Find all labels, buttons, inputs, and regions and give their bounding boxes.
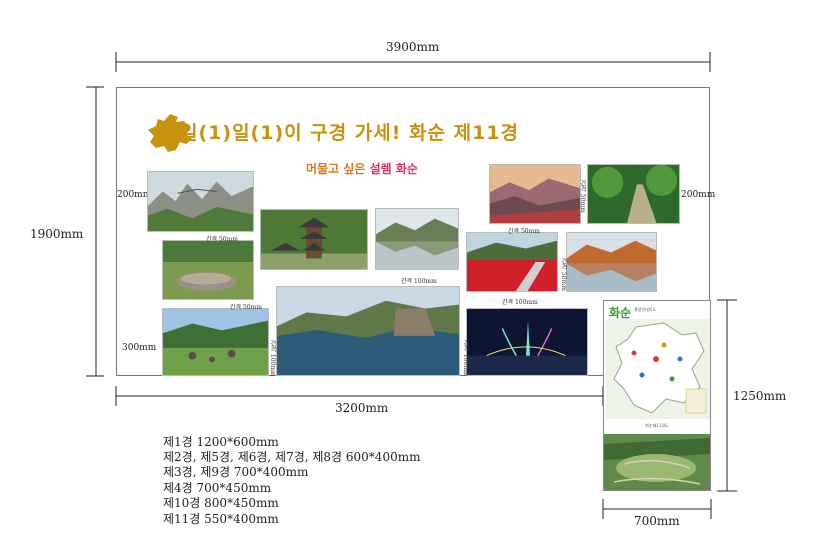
photo-scene-5 bbox=[375, 208, 459, 270]
photo-scene-10 bbox=[587, 164, 680, 224]
gap-label-4: 간격 100mm bbox=[502, 299, 538, 306]
spec-line-5: 제10경 800*450mm bbox=[163, 496, 279, 510]
right-offset-label: 200mm bbox=[681, 190, 716, 200]
gap-label-9: 간격 100mm bbox=[462, 340, 469, 377]
photo-scene-4 bbox=[260, 209, 368, 270]
gap-label-6: 간격 50mm bbox=[579, 180, 586, 213]
region-map-illustration bbox=[606, 319, 710, 419]
gap-label-8: 간격 100mm bbox=[269, 340, 276, 377]
map-width-label: 700mm bbox=[634, 514, 680, 528]
spec-line-3: 제3경, 제9경 700*400mm bbox=[163, 465, 309, 479]
gap-label-7: 간격 50mm bbox=[560, 258, 567, 291]
bottom-left-offset-label: 300mm bbox=[122, 343, 157, 353]
photo-scene-7 bbox=[466, 232, 558, 292]
tourist-map-card: 화순 관광안내지도 화순제11경도 bbox=[603, 300, 711, 491]
photo-scene-8 bbox=[466, 308, 588, 376]
photo-scene-1 bbox=[147, 171, 254, 232]
photo-scene-6 bbox=[276, 286, 460, 376]
spec-line-6: 제11경 550*400mm bbox=[163, 512, 279, 526]
left-height-label: 1900mm bbox=[30, 227, 84, 241]
right-height-label: 1250mm bbox=[733, 389, 787, 403]
photo-scene-3 bbox=[162, 308, 269, 376]
board-subtitle: 머물고 싶은 설렘 화순 bbox=[306, 160, 418, 177]
bottom-width-label: 3200mm bbox=[335, 401, 389, 415]
aerial-photo bbox=[604, 434, 710, 490]
photo-scene-9 bbox=[489, 164, 581, 224]
map-subtitle: 관광안내지도 bbox=[634, 307, 657, 312]
gap-label-5: 간격 50mm bbox=[508, 228, 540, 235]
subtitle-text-a: 머물고 싶은 bbox=[306, 162, 370, 176]
board-title: 일(1)일(1)이 구경 가세! 화순 제11경 bbox=[180, 122, 520, 144]
gap-label-3: 간격 100mm bbox=[401, 278, 437, 285]
map-caption: 화순제11경도 bbox=[645, 423, 669, 428]
top-width-label: 3900mm bbox=[386, 40, 440, 54]
gap-label-2: 간격 50mm bbox=[230, 304, 262, 311]
subtitle-text-b: 설렘 화순 bbox=[369, 162, 418, 176]
photo-scene-11 bbox=[566, 232, 657, 292]
gap-label-1: 간격 50mm bbox=[206, 236, 238, 243]
photo-scene-2 bbox=[162, 240, 254, 300]
